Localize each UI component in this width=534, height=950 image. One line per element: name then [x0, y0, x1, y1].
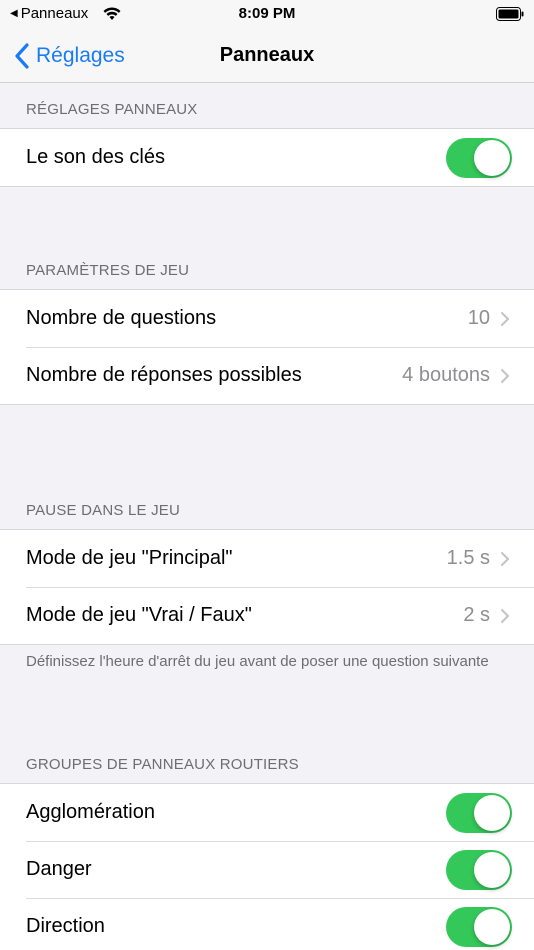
toggle-son-des-cles[interactable] [446, 137, 512, 178]
page-title: Panneaux [219, 44, 315, 66]
section-header-groupes: GROUPES DE PANNEAUX ROUTIERS [26, 756, 299, 773]
section-header-pause: PAUSE DANS LE JEU [26, 502, 181, 519]
row-value: 1.5 s [446, 547, 490, 569]
group-panneaux: Le son des clés [0, 128, 534, 187]
battery-icon [496, 7, 524, 21]
row-value: 10 [467, 307, 490, 329]
row-son-des-cles: Le son des clés [0, 129, 534, 186]
group-groupes: Agglomération Danger Direction [0, 783, 534, 950]
chevron-right-icon [501, 551, 509, 566]
row-value: 2 s [463, 604, 490, 626]
chevron-right-icon [501, 608, 509, 623]
toggle-knob [474, 794, 510, 831]
row-nombre-reponses[interactable]: Nombre de réponses possibles 4 boutons [0, 347, 534, 404]
row-label: Nombre de questions [26, 307, 217, 329]
row-label: Agglomération [26, 801, 155, 823]
navigation-bar: Réglages Panneaux [0, 28, 534, 83]
row-label: Le son des clés [26, 146, 165, 168]
toggle-direction[interactable] [446, 906, 512, 947]
row-agglomeration: Agglomération [0, 784, 534, 841]
toggle-knob [474, 139, 510, 176]
section-footer-pause: Définissez l'heure d'arrêt du jeu avant … [26, 653, 489, 670]
status-bar: ◀ Panneaux 8:09 PM [0, 0, 534, 28]
row-label: Mode de jeu "Principal" [26, 547, 233, 569]
chevron-right-icon [501, 368, 509, 383]
section-header-panneaux: RÉGLAGES PANNEAUX [26, 101, 198, 118]
row-value: 4 boutons [402, 364, 490, 386]
group-jeu: Nombre de questions 10 Nombre de réponse… [0, 289, 534, 405]
row-label: Danger [26, 858, 92, 880]
row-direction: Direction [0, 898, 534, 950]
group-pause: Mode de jeu "Principal" 1.5 s Mode de je… [0, 529, 534, 645]
chevron-right-icon [501, 311, 509, 326]
toggle-knob [474, 908, 510, 945]
row-label: Direction [26, 915, 105, 937]
row-label: Mode de jeu "Vrai / Faux" [26, 604, 252, 626]
toggle-danger[interactable] [446, 849, 512, 890]
row-nombre-questions[interactable]: Nombre de questions 10 [0, 290, 534, 347]
row-mode-principal[interactable]: Mode de jeu "Principal" 1.5 s [0, 530, 534, 587]
toggle-knob [474, 851, 510, 888]
status-time: 8:09 PM [238, 5, 296, 22]
row-mode-vrai-faux[interactable]: Mode de jeu "Vrai / Faux" 2 s [0, 587, 534, 644]
section-header-jeu: PARAMÈTRES DE JEU [26, 262, 190, 279]
row-danger: Danger [0, 841, 534, 898]
row-label: Nombre de réponses possibles [26, 364, 302, 386]
toggle-agglomeration[interactable] [446, 792, 512, 833]
